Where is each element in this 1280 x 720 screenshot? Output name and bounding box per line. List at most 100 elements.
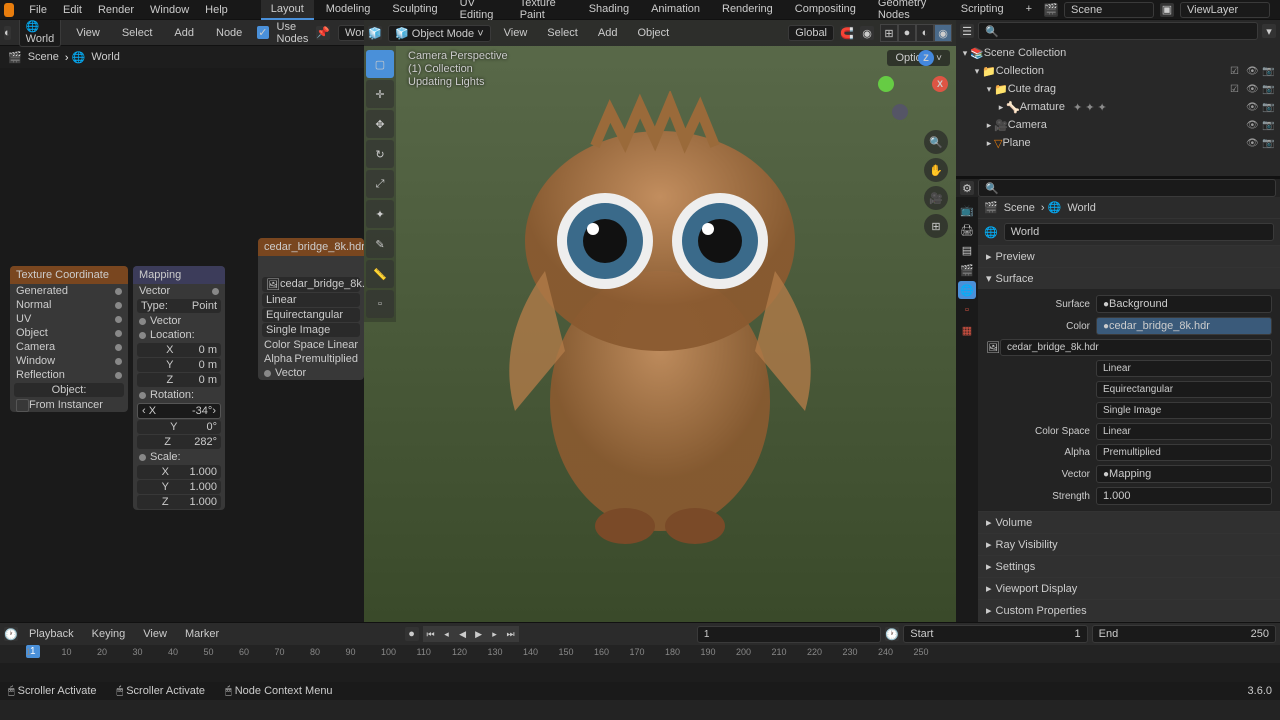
panel-volume[interactable]: ▸ Volume	[978, 512, 1280, 533]
workspace-tab-animation[interactable]: Animation	[641, 0, 710, 20]
node-mapping[interactable]: Mapping Vector Type: Point Vector Locati…	[133, 266, 225, 510]
tl-keying[interactable]: Keying	[85, 626, 133, 642]
panel-viewport-display[interactable]: ▸ Viewport Display	[978, 578, 1280, 599]
vp-menu-view[interactable]: View	[497, 25, 535, 41]
surface-shader[interactable]: ● Background	[1096, 295, 1272, 313]
gizmo-y-axis[interactable]	[878, 76, 894, 92]
keyframe-prev[interactable]: ◂	[439, 626, 455, 642]
editor-type-icon[interactable]: 🕐	[4, 627, 18, 641]
frame-end[interactable]: End 250	[1092, 625, 1276, 643]
menu-edit[interactable]: Edit	[56, 2, 89, 18]
menu-render[interactable]: Render	[91, 2, 141, 18]
workspace-tab-shading[interactable]: Shading	[579, 0, 639, 20]
from-instancer-check[interactable]	[16, 399, 29, 412]
tool-add-cube[interactable]: ▫	[366, 290, 394, 318]
node-header[interactable]: Texture Coordinate	[10, 266, 128, 284]
workspace-tab-scripting[interactable]: Scripting	[951, 0, 1014, 20]
keyframe-next[interactable]: ▸	[487, 626, 503, 642]
ne-menu-node[interactable]: Node	[209, 25, 249, 41]
tl-view[interactable]: View	[136, 626, 174, 642]
outliner-cute-drag[interactable]: ▾📁 Cute drag☑👁📷	[956, 80, 1280, 98]
tl-marker[interactable]: Marker	[178, 626, 226, 642]
prop-tab-world[interactable]: 🌐	[958, 281, 976, 299]
node-graph-area[interactable]: Texture Coordinate Generated Normal UV O…	[0, 68, 364, 622]
surface-color[interactable]: ● cedar_bridge_8k.hdr	[1096, 317, 1272, 335]
shade-solid[interactable]: ●	[898, 24, 916, 42]
tool-select-box[interactable]: ▢	[366, 50, 394, 78]
shade-rendered[interactable]: ◉	[934, 24, 952, 42]
outliner-camera[interactable]: ▸🎥 Camera👁📷	[956, 116, 1280, 134]
autokey-icon[interactable]: ●	[405, 627, 419, 641]
panel-rayvis[interactable]: ▸ Ray Visibility	[978, 534, 1280, 555]
workspace-tab-sculpting[interactable]: Sculpting	[382, 0, 447, 20]
shade-matprev[interactable]: ◐	[916, 24, 934, 42]
gizmo-x-axis[interactable]: X	[932, 76, 948, 92]
tool-transform[interactable]: ✦	[366, 200, 394, 228]
tool-cursor[interactable]: ✛	[366, 80, 394, 108]
play-reverse[interactable]: ◀	[455, 626, 471, 642]
node-header[interactable]: Mapping	[133, 266, 225, 284]
menu-file[interactable]: File	[22, 2, 54, 18]
menu-window[interactable]: Window	[143, 2, 196, 18]
workspace-tab-rendering[interactable]: Rendering	[712, 0, 783, 20]
editor-type-icon[interactable]: ◐	[4, 26, 11, 40]
outliner-search[interactable]: 🔍	[978, 22, 1258, 40]
scene-selector[interactable]: Scene	[1064, 2, 1154, 18]
outliner-armature[interactable]: ▸🦴 Armature✦ ✦ ✦👁📷	[956, 98, 1280, 116]
workspace-add[interactable]: +	[1016, 0, 1042, 20]
nav-ortho-icon[interactable]: ⊞	[924, 214, 948, 238]
menu-help[interactable]: Help	[198, 2, 235, 18]
pin-icon[interactable]: 📌	[316, 26, 330, 40]
surface-vector[interactable]: ● Mapping	[1096, 465, 1272, 483]
use-nodes-checkbox[interactable]: ✓	[257, 26, 268, 39]
mode-dropdown[interactable]: 🧊 Object Mode ˅	[388, 25, 491, 42]
prop-tab-object[interactable]: ▫	[958, 301, 976, 319]
tool-rotate[interactable]: ↻	[366, 140, 394, 168]
editor-type-icon[interactable]: ⚙	[960, 181, 974, 195]
current-frame[interactable]: 1	[697, 626, 881, 643]
orientation-dropdown[interactable]: Global	[788, 25, 834, 41]
jump-end[interactable]: ⏭	[503, 626, 519, 642]
tool-measure[interactable]: 📏	[366, 260, 394, 288]
ne-menu-view[interactable]: View	[69, 25, 107, 41]
node-environment-texture[interactable]: cedar_bridge_8k.hdr 🖼 cedar_bridge_8k...…	[258, 238, 364, 380]
vp-menu-add[interactable]: Add	[591, 25, 625, 41]
filter-icon[interactable]: ▾	[1262, 24, 1276, 38]
world-datablock[interactable]: World	[1004, 223, 1274, 241]
editor-type-icon[interactable]: ☰	[960, 24, 974, 38]
panel-surface[interactable]: ▾ Surface	[978, 268, 1280, 289]
gizmo-neg-axis[interactable]	[892, 104, 908, 120]
world-datablock[interactable]: World	[338, 25, 364, 41]
workspace-tab-modeling[interactable]: Modeling	[316, 0, 381, 20]
gizmo-z-axis[interactable]: Z	[918, 50, 934, 66]
vp-menu-select[interactable]: Select	[540, 25, 585, 41]
outliner-scene-collection[interactable]: ▾📚 Scene Collection	[956, 44, 1280, 62]
ne-menu-add[interactable]: Add	[167, 25, 201, 41]
3d-viewport[interactable]: 🧊 🧊 Object Mode ˅ View Select Add Object…	[364, 20, 956, 622]
prop-tab-render[interactable]: 📺	[958, 201, 976, 219]
node-texture-coordinate[interactable]: Texture Coordinate Generated Normal UV O…	[10, 266, 128, 412]
nav-zoom-icon[interactable]: 🔍	[924, 130, 948, 154]
workspace-tab-compositing[interactable]: Compositing	[785, 0, 866, 20]
properties-search[interactable]: 🔍	[978, 179, 1276, 197]
tl-playback[interactable]: Playback	[22, 626, 81, 642]
panel-custom-props[interactable]: ▸ Custom Properties	[978, 600, 1280, 621]
navigation-gizmo[interactable]: X Z	[878, 50, 948, 120]
workspace-tab-layout[interactable]: Layout	[261, 0, 314, 20]
surface-texture[interactable]: cedar_bridge_8k.hdr	[1000, 339, 1272, 356]
surface-strength[interactable]: 1.000	[1096, 487, 1272, 505]
panel-preview[interactable]: ▸ Preview	[978, 246, 1280, 267]
prop-tab-output[interactable]: 🖨	[958, 221, 976, 239]
snap-icon[interactable]: 🧲	[840, 26, 854, 40]
prop-tab-scene[interactable]: 🎬	[958, 261, 976, 279]
tool-scale[interactable]: ⤢	[366, 170, 394, 198]
proportional-icon[interactable]: ◉	[860, 26, 874, 40]
timeline-ruler[interactable]: 1 11020304050607080901001101201301401501…	[0, 645, 1280, 663]
tool-move[interactable]: ✥	[366, 110, 394, 138]
shader-type-dropdown[interactable]: 🌐 World	[19, 20, 62, 47]
frame-start[interactable]: Start 1	[903, 625, 1087, 643]
outliner-plane[interactable]: ▸▽ Plane👁📷	[956, 134, 1280, 152]
tool-annotate[interactable]: ✎	[366, 230, 394, 258]
jump-start[interactable]: ⏮	[423, 626, 439, 642]
panel-settings[interactable]: ▸ Settings	[978, 556, 1280, 577]
